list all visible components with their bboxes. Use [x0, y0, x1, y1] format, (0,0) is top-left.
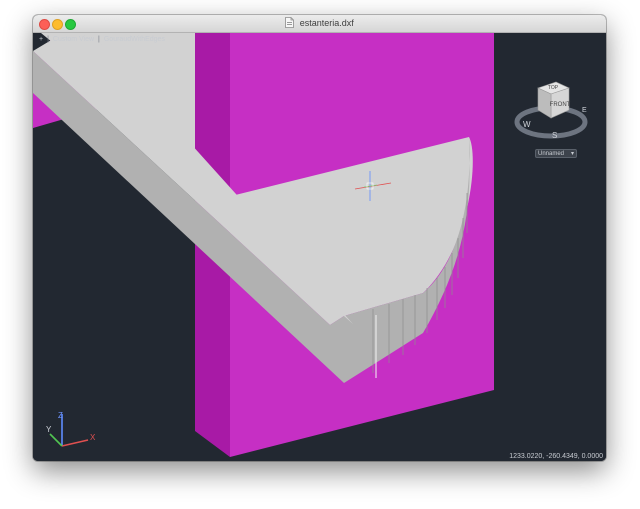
viewport-menu-button[interactable]: + [39, 35, 43, 45]
ucs-dropdown[interactable]: Unnamed ▾ [535, 149, 577, 158]
visual-style-selector[interactable]: GouraudWithEdges [104, 35, 165, 45]
compass-west-label[interactable]: W [523, 120, 531, 129]
app-window: estanteria.dxf + | Custom View | Gouraud… [33, 15, 606, 461]
chevron-down-icon: ▾ [570, 151, 574, 157]
divider: | [47, 36, 49, 43]
window-title-group: estanteria.dxf [33, 17, 606, 30]
cursor-coordinates: 1233.0220, -260.4349, 0.0000 [509, 453, 603, 460]
viewcube-front-label: FRONT [550, 102, 571, 108]
viewport-controls: + | Custom View | GouraudWithEdges [39, 35, 165, 45]
document-icon [285, 17, 295, 28]
view-selector[interactable]: Custom View [53, 35, 94, 45]
title-bar[interactable]: estanteria.dxf [33, 15, 606, 33]
window-title: estanteria.dxf [299, 18, 354, 28]
ucs-z-label: Z [58, 411, 63, 420]
divider: | [98, 36, 100, 43]
compass-south-label[interactable]: S [552, 131, 557, 140]
ucs-axes-icon: Z X Y [46, 411, 96, 447]
ucs-x-label: X [90, 433, 96, 442]
drawing-viewport[interactable]: + | Custom View | GouraudWithEdges TOP FRONT… [33, 33, 606, 461]
ucs-dropdown-value: Unnamed [538, 151, 565, 157]
compass-east-label[interactable]: E [582, 107, 587, 114]
viewcube-top-label: TOP [548, 85, 559, 91]
viewcube[interactable]: TOP FRONT W S E [511, 74, 593, 144]
ucs-y-label: Y [46, 425, 52, 434]
